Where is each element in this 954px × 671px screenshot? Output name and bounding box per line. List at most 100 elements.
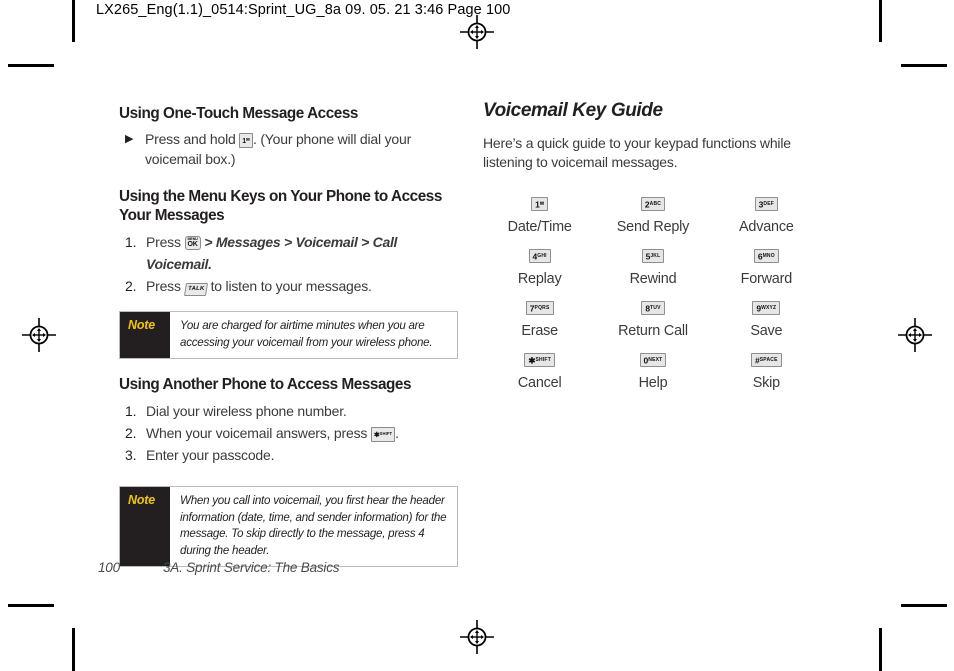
step-text: Enter your passcode.	[146, 447, 275, 463]
keycap-letters: SPACE	[759, 356, 778, 363]
key-guide-item-5: 5JKL Rewind	[596, 246, 709, 287]
keycap-1-icon: 1✉	[239, 133, 253, 148]
keycap-talk-icon: TALK	[183, 283, 208, 296]
key-function-label: Return Call	[618, 323, 688, 339]
list-item: 1. Dial your wireless phone number.	[119, 400, 464, 422]
keycap-letters: MNO	[762, 252, 775, 259]
heading-another-phone-access-messages: Using Another Phone to Access Messages	[119, 376, 412, 393]
key-function-label: Replay	[517, 271, 562, 287]
note-label: Note	[120, 487, 170, 566]
key-guide-item-7: 7PQRS Erase	[483, 298, 596, 339]
list-item: 3. Enter your passcode.	[119, 444, 464, 466]
key-guide-item-9: 9WXYZ Save	[710, 298, 823, 339]
step-text-before-key: When your voicemail answers, press	[146, 425, 368, 441]
keycap-letters: ABC	[649, 200, 662, 207]
step-text-after-key: .	[395, 425, 399, 441]
keycap-letters: ✉	[246, 137, 250, 142]
bullet-text-before-key: Press and hold	[145, 131, 236, 147]
step-text-before-key: Press	[146, 278, 181, 294]
key-function-label: Save	[750, 323, 783, 339]
list-item: 2. Press TALK to listen to your messages…	[119, 275, 464, 297]
keycap-7-icon: 7PQRS	[525, 300, 554, 315]
keycap-3-icon: 3DEF	[754, 196, 778, 211]
page-title: Voicemail Key Guide	[483, 100, 663, 121]
note-box-airtime: Note You are charged for airtime minutes…	[119, 311, 458, 359]
step-number: 2.	[125, 425, 137, 441]
key-function-label: Forward	[740, 271, 793, 287]
list-item: 1. Press MENU OK > Messages > Voicemail >…	[119, 231, 464, 275]
keycap-letters: SHIFT	[535, 356, 551, 363]
key-guide-item-pound: #SPACE Skip	[710, 350, 823, 391]
crop-mark-bottom-right-vertical	[879, 628, 882, 671]
note-label: Note	[120, 312, 170, 358]
key-function-label: Send Reply	[616, 219, 690, 235]
keycap-1-icon: 1✉	[531, 196, 549, 211]
document-page: LX265_Eng(1.1)_0514:Sprint_UG_8a 09. 05.…	[0, 0, 954, 671]
keycap-4-icon: 4GHI	[528, 248, 551, 263]
keycap-letters: ✉	[539, 200, 545, 207]
key-function-label: Skip	[752, 375, 780, 391]
keycap-6-icon: 6MNO	[753, 248, 779, 263]
crop-mark-right-horizontal-top	[901, 64, 947, 67]
crop-mark-left-horizontal-bottom	[8, 604, 54, 607]
step-text-after-key: to listen to your messages.	[210, 278, 372, 294]
key-guide-item-1: 1✉ Date/Time	[483, 194, 596, 235]
crop-mark-top-left-vertical	[72, 0, 75, 42]
bullet-press-and-hold: ▶ Press and hold 1✉. (Your phone will di…	[119, 129, 464, 169]
note-text: When you call into voicemail, you first …	[180, 494, 447, 557]
keycap-star-icon: ✱SHIFT	[370, 427, 396, 442]
crop-mark-top-right-vertical	[879, 0, 882, 42]
note-box-header-information: Note When you call into voicemail, you f…	[119, 486, 458, 567]
keycap-letters: DEF	[763, 200, 774, 207]
heading-one-touch-message-access: Using One-Touch Message Access	[119, 105, 358, 122]
crop-mark-right-horizontal-bottom	[901, 604, 947, 607]
step-text-before-key: Press	[146, 234, 181, 250]
key-function-label: Date/Time	[507, 219, 572, 235]
key-guide-item-6: 6MNO Forward	[710, 246, 823, 287]
keycap-digit: ✱	[528, 355, 536, 365]
keycap-ok-label: OK	[187, 241, 198, 248]
step-number: 1.	[125, 234, 137, 250]
key-guide-item-8: 8TUV Return Call	[596, 298, 709, 339]
keycap-letters: WXYZ	[761, 304, 777, 311]
footer-section-title: 3A. Sprint Service: The Basics	[163, 560, 340, 575]
triangle-bullet-icon: ▶	[125, 133, 134, 145]
keycap-letters: JKL	[650, 252, 661, 259]
guide-intro-text: Here’s a quick guide to your keypad func…	[483, 135, 791, 170]
keycap-5-icon: 5JKL	[641, 248, 665, 263]
page-footer: 100 3A. Sprint Service: The Basics	[98, 560, 340, 575]
step-number: 1.	[125, 403, 137, 419]
keycap-letters: GHI	[537, 252, 547, 259]
keycap-9-icon: 9WXYZ	[752, 300, 781, 315]
footer-page-number: 100	[98, 560, 120, 575]
key-guide-item-2: 2ABC Send Reply	[596, 194, 709, 235]
keycap-ok-icon: MENU OK	[184, 236, 201, 250]
voicemail-key-grid: 1✉ Date/Time 2ABC Send Reply 3DEF Advanc…	[483, 194, 823, 391]
key-guide-item-4: 4GHI Replay	[483, 246, 596, 287]
crop-mark-left-horizontal-top	[8, 64, 54, 67]
left-column: Using One-Touch Message Access ▶ Press a…	[119, 104, 464, 567]
key-function-label: Cancel	[517, 375, 562, 391]
keycap-0-icon: 0NEXT	[639, 352, 667, 367]
keycap-letters: PQRS	[534, 304, 550, 311]
keycap-letters: TUV	[650, 304, 661, 311]
heading-menu-keys-access-messages: Using the Menu Keys on Your Phone to Acc…	[119, 188, 442, 224]
key-function-label: Help	[638, 375, 668, 391]
list-item: 2. When your voicemail answers, press ✱S…	[119, 422, 464, 444]
key-guide-item-0: 0NEXT Help	[596, 350, 709, 391]
keycap-letters: SHIFT	[379, 431, 393, 436]
steps-menu-keys: 1. Press MENU OK > Messages > Voicemail >…	[119, 231, 464, 297]
keycap-2-icon: 2ABC	[640, 196, 666, 211]
steps-another-phone: 1. Dial your wireless phone number. 2. W…	[119, 400, 464, 466]
note-text: You are charged for airtime minutes when…	[180, 319, 433, 349]
prepress-slug: LX265_Eng(1.1)_0514:Sprint_UG_8a 09. 05.…	[96, 2, 511, 18]
step-number: 3.	[125, 447, 137, 463]
key-function-label: Erase	[521, 323, 558, 339]
keycap-8-icon: 8TUV	[641, 300, 665, 315]
keycap-pound-icon: #SPACE	[751, 352, 782, 367]
registration-mark-right	[898, 318, 932, 352]
key-function-label: Rewind	[629, 271, 677, 287]
right-column: Voicemail Key Guide Here’s a quick guide…	[483, 100, 823, 391]
menu-path: > Messages > Voicemail > Call Voicemail.	[146, 234, 398, 272]
step-text: Dial your wireless phone number.	[146, 403, 347, 419]
